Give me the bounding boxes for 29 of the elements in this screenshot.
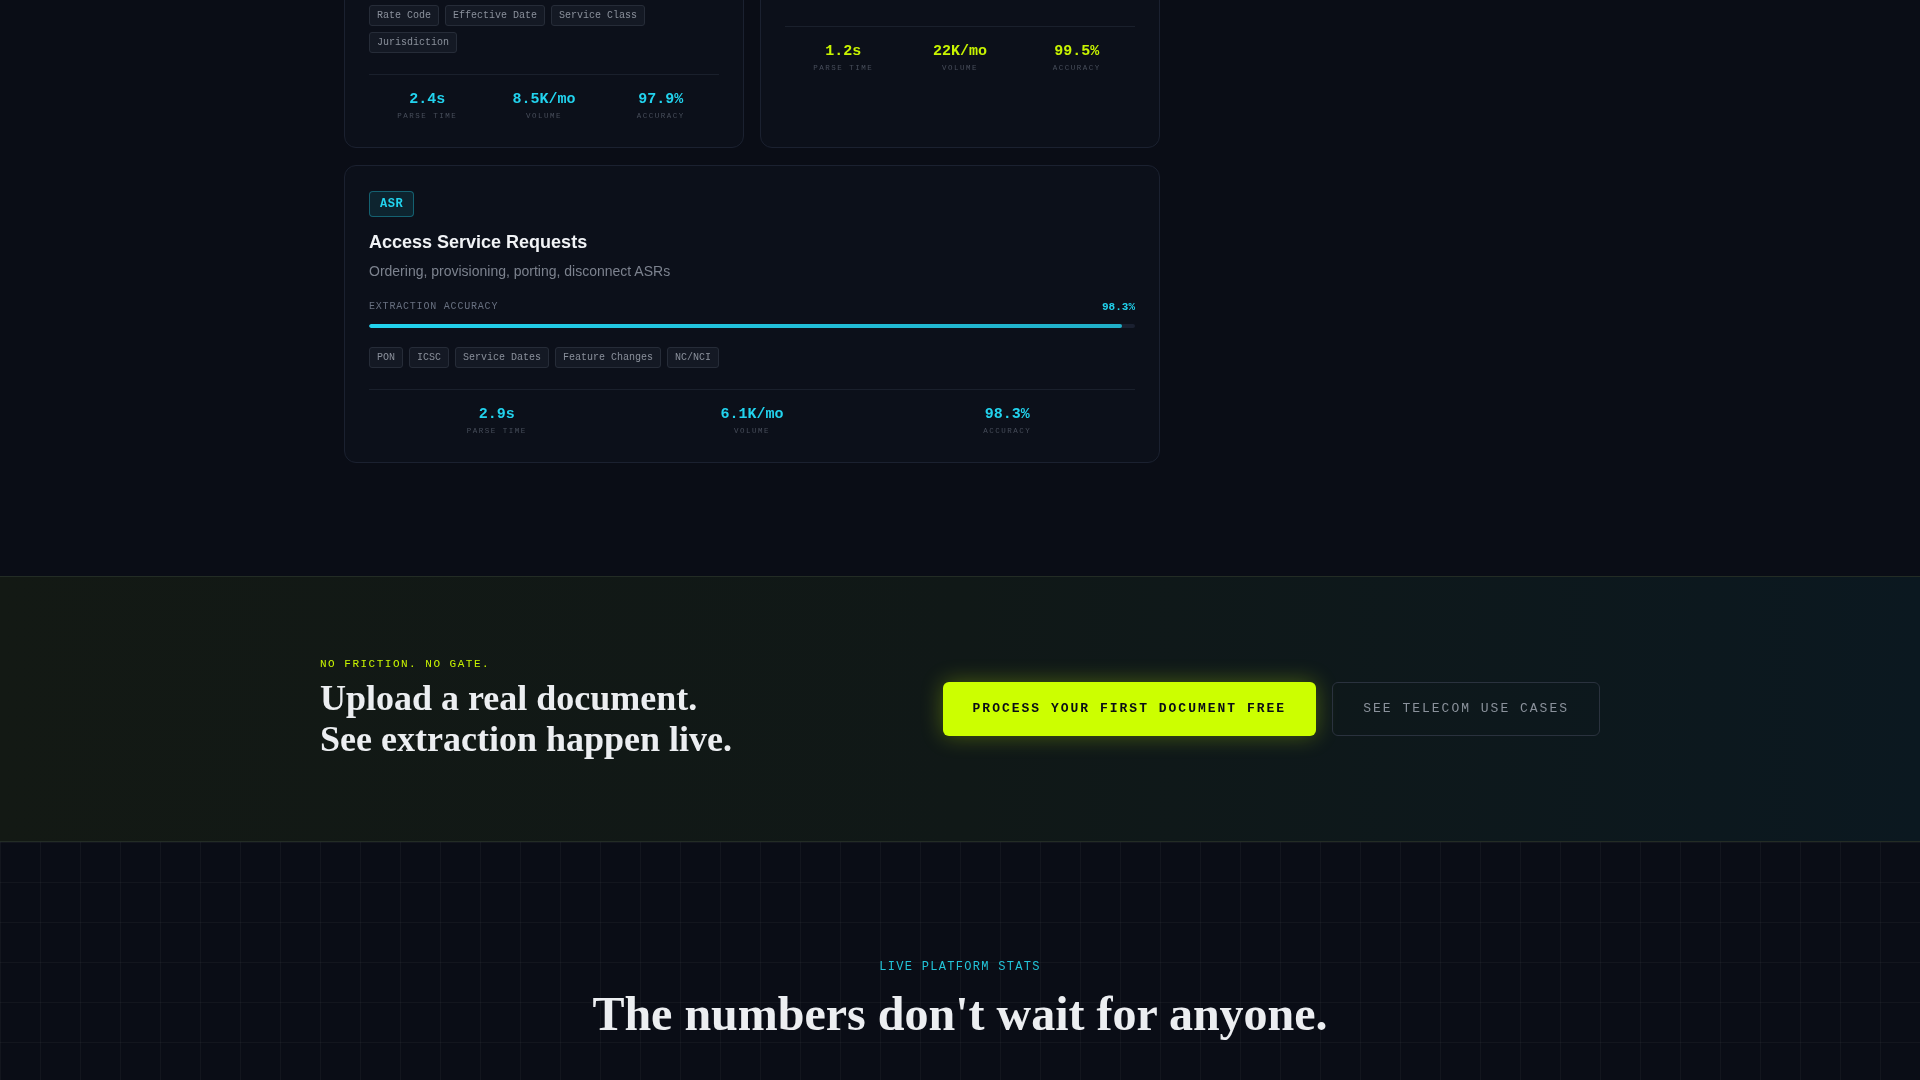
stat-value: 1.2s <box>824 43 863 61</box>
tag-chip: ICSC <box>409 347 450 368</box>
stat-value: 98.3% <box>983 406 1031 424</box>
stat-value: 22K/mo <box>932 43 988 61</box>
meter-label: EXTRACTION ACCURACY <box>369 300 499 314</box>
stat-value: 8.5K/mo <box>511 91 577 109</box>
cta-heading: Upload a real document. See extraction happen live. <box>320 678 732 760</box>
eyebrow-label: NO FRICTION. NO GATE. <box>320 658 492 670</box>
tag-chip: Jurisdiction <box>369 32 457 53</box>
cta-button[interactable]: PROCESS YOUR FIRST DOCUMENT FREE <box>942 682 1317 736</box>
tag-chip: Effective Date <box>445 5 546 26</box>
tag-chip: Feature Changes <box>555 347 662 368</box>
card-subtitle: Ordering, provisioning, porting, disconnect ASRs <box>369 262 672 281</box>
tag-chip: PON <box>369 347 403 368</box>
card-title: Access Service Requests <box>369 231 589 253</box>
tag-chip: NC/NCI <box>667 347 720 368</box>
stat-value: 97.9% <box>637 91 685 109</box>
code-badge: ASR <box>369 191 415 217</box>
cta-button[interactable]: SEE TELECOM USE CASES <box>1332 682 1600 736</box>
stat-value: 99.5% <box>1053 43 1101 61</box>
stat-value: 2.4s <box>408 91 447 109</box>
tag-chip: Service Dates <box>455 347 550 368</box>
tag-chip: Rate Code <box>369 5 439 26</box>
section-eyebrow: LIVE PLATFORM STATS <box>879 959 1041 975</box>
section-heading: The numbers don't wait for anyone. <box>591 987 1329 1040</box>
stat-value: 2.9s <box>477 406 516 424</box>
tag-chip: Service Class <box>551 5 646 26</box>
stat-value: 6.1K/mo <box>719 406 785 424</box>
meter-reading: 98.3% <box>1102 300 1135 314</box>
